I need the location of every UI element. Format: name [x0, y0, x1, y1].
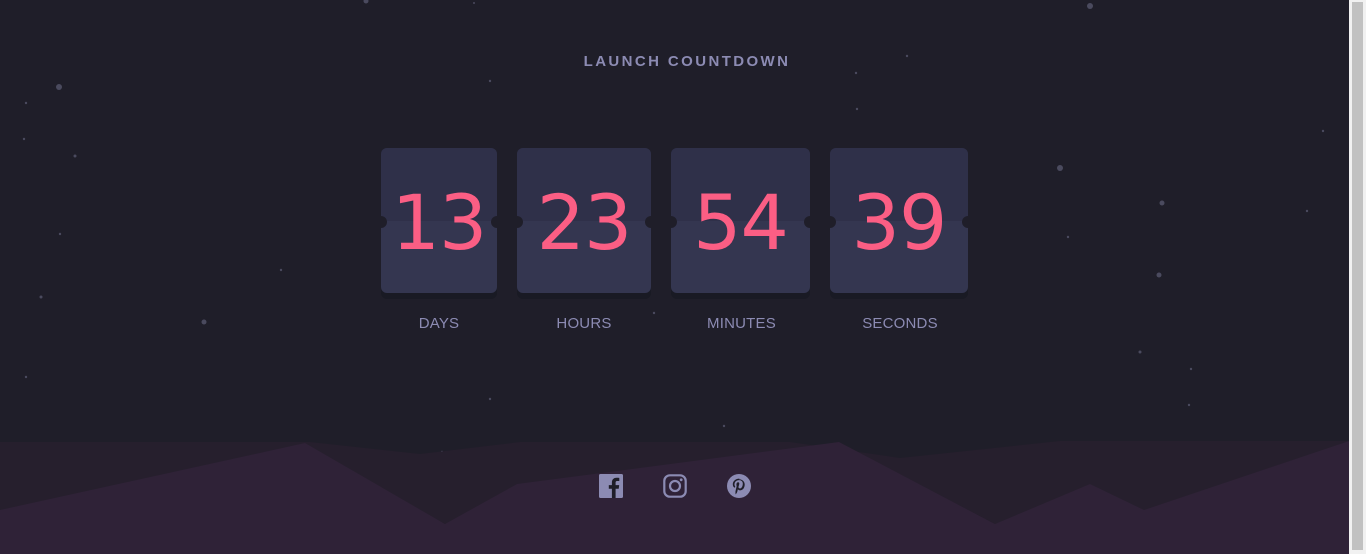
hours-card: 23 — [517, 148, 651, 293]
pinterest-icon — [727, 474, 751, 498]
page-title: LAUNCH COUNTDOWN — [583, 53, 791, 70]
facebook-icon — [599, 474, 623, 498]
hours-label: HOURS — [556, 315, 612, 332]
minutes-value: 54 — [693, 177, 789, 267]
seconds-card: 39 — [830, 148, 968, 293]
countdown-page: LAUNCH COUNTDOWN 13 23 54 39 DAYS HOURS … — [0, 0, 1349, 554]
instagram-link[interactable] — [663, 474, 687, 498]
pinterest-link[interactable] — [727, 474, 751, 498]
seconds-value: 39 — [851, 177, 948, 267]
minutes-label: MINUTES — [707, 315, 776, 332]
hours-value: 23 — [536, 177, 633, 267]
seconds-label: SECONDS — [862, 315, 938, 332]
days-label: DAYS — [418, 315, 460, 332]
instagram-icon — [663, 474, 687, 498]
facebook-link[interactable] — [599, 474, 623, 498]
minutes-card: 54 — [671, 148, 810, 293]
days-card: 13 — [381, 148, 497, 293]
scrollbar-thumb[interactable] — [1352, 2, 1363, 550]
days-value: 13 — [391, 177, 488, 267]
